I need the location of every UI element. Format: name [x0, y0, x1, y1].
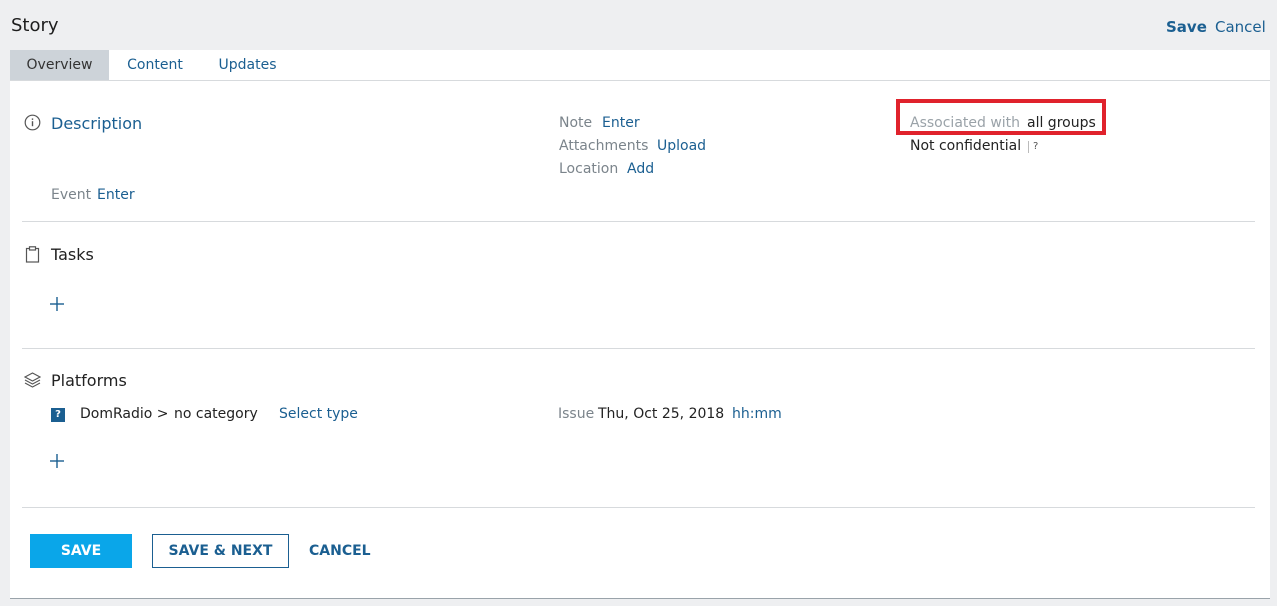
tab-updates[interactable]: Updates	[210, 50, 285, 80]
platform-name: DomRadio >	[80, 406, 169, 422]
section-divider	[22, 348, 1255, 349]
note-label: Note	[559, 115, 593, 131]
confidential-help-icon[interactable]: ?	[1033, 141, 1038, 152]
platform-category: no category	[174, 406, 258, 422]
platform-unknown-type-icon: ?	[51, 408, 65, 422]
location-label: Location	[559, 161, 619, 177]
save-and-next-button[interactable]: SAVE & NEXT	[152, 534, 289, 568]
divider	[1028, 141, 1029, 153]
section-divider	[22, 221, 1255, 222]
top-bar: Story Save Cancel	[0, 0, 1277, 50]
section-divider	[22, 507, 1255, 508]
header-cancel-link[interactable]: Cancel	[1215, 18, 1266, 36]
add-task-plus-icon[interactable]	[49, 296, 65, 312]
info-icon	[24, 114, 41, 131]
platforms-title: Platforms	[51, 371, 127, 390]
layers-icon	[24, 372, 41, 388]
header-save-link[interactable]: Save	[1166, 18, 1207, 36]
associated-with-label: Associated with	[910, 115, 1021, 131]
tab-content[interactable]: Content	[116, 50, 194, 80]
cancel-button[interactable]: CANCEL	[309, 534, 371, 568]
attachments-label: Attachments	[559, 138, 649, 154]
note-enter-link[interactable]: Enter	[602, 115, 640, 131]
save-button[interactable]: SAVE	[30, 534, 132, 568]
event-enter-link[interactable]: Enter	[97, 187, 135, 203]
description-title[interactable]: Description	[51, 114, 142, 133]
tasks-title: Tasks	[51, 245, 94, 264]
select-type-link[interactable]: Select type	[279, 406, 358, 422]
story-panel: Overview Content Updates Description Eve…	[10, 50, 1270, 599]
page-title: Story	[11, 15, 59, 36]
tab-overview[interactable]: Overview	[10, 50, 109, 80]
event-label: Event	[51, 187, 92, 203]
clipboard-icon	[25, 246, 40, 263]
tab-bar: Overview Content Updates	[10, 50, 1270, 81]
issue-label: Issue	[558, 406, 595, 422]
issue-time-link[interactable]: hh:mm	[732, 406, 782, 422]
associated-groups-value[interactable]: all groups	[1027, 115, 1096, 131]
issue-date[interactable]: Thu, Oct 25, 2018	[598, 406, 724, 422]
attachments-upload-link[interactable]: Upload	[657, 138, 706, 154]
confidential-status[interactable]: Not confidential	[910, 138, 1021, 154]
add-platform-plus-icon[interactable]	[49, 453, 65, 469]
location-add-link[interactable]: Add	[627, 161, 654, 177]
